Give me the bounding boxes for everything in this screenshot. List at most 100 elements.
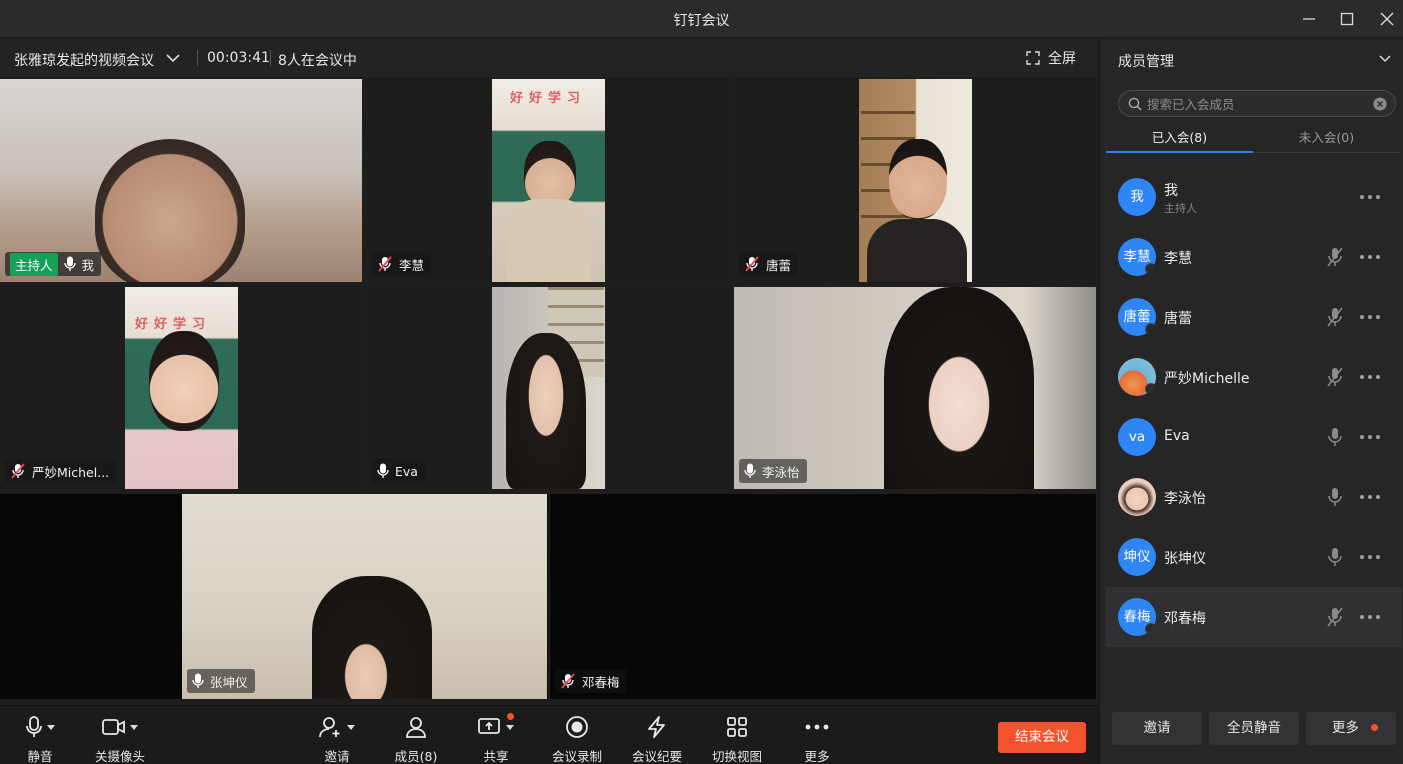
avatar: 唐蕾	[1118, 298, 1156, 336]
video-tile-yanmiao[interactable]: 好好学习 严妙Michel...	[0, 287, 362, 489]
search-icon	[1128, 97, 1142, 111]
minutes-button[interactable]: 会议纪要	[620, 714, 694, 764]
member-item[interactable]: 严妙Michelle	[1106, 347, 1402, 407]
share-screen-icon	[478, 718, 500, 734]
microphone-icon	[26, 716, 42, 737]
member-item[interactable]: 春梅 邓春梅	[1106, 587, 1402, 647]
record-button[interactable]: 会议录制	[540, 714, 614, 764]
member-more-button[interactable]	[1360, 495, 1380, 499]
participant-face	[506, 333, 586, 489]
tab-not-joined[interactable]: 未入会(0)	[1253, 127, 1400, 153]
caret-down-icon[interactable]	[130, 724, 138, 730]
microphone-icon	[63, 256, 76, 271]
maximize-button[interactable]	[1334, 6, 1360, 32]
clear-icon[interactable]	[1373, 97, 1387, 111]
microphone-icon[interactable]	[1325, 547, 1345, 567]
end-meeting-button[interactable]: 结束会议	[998, 722, 1086, 753]
invite-label: 邀请	[324, 749, 350, 764]
participant-face	[312, 576, 432, 699]
member-more-button[interactable]	[1360, 435, 1380, 439]
panel-title: 成员管理	[1118, 54, 1174, 70]
tile-namebar: Eva	[372, 459, 425, 483]
video-tile-eva[interactable]: Eva	[367, 287, 729, 489]
video-tile-dengchunmei[interactable]: 邓春梅	[550, 494, 1096, 699]
member-item[interactable]: 李慧 李慧	[1106, 227, 1402, 287]
video-tile-zhangkunyi[interactable]: 张坤仪	[0, 494, 548, 699]
video-tile-me[interactable]: 主持人 我	[0, 79, 362, 282]
microphone-icon[interactable]	[1325, 487, 1345, 507]
member-name: 李泳怡	[1164, 491, 1206, 507]
member-more-button[interactable]	[1360, 555, 1380, 559]
panel-invite-button[interactable]: 邀请	[1112, 712, 1202, 745]
tile-namebar: 主持人 我	[5, 252, 102, 276]
fullscreen-button[interactable]: 全屏	[1026, 48, 1076, 68]
video-tile-lihui[interactable]: 好好学习 李慧	[367, 79, 729, 282]
video-tile-tanglei[interactable]: 唐蕾	[734, 79, 1096, 282]
record-icon	[566, 716, 588, 738]
camera-button[interactable]: 关摄像头	[83, 714, 157, 764]
tab-joined[interactable]: 已入会(8)	[1106, 127, 1253, 153]
microphone-icon[interactable]	[1325, 427, 1345, 447]
participant-face	[95, 139, 245, 282]
microphone-icon	[744, 463, 756, 478]
close-button[interactable]	[1374, 6, 1400, 32]
member-more-button[interactable]	[1360, 615, 1380, 619]
status-badge	[1145, 383, 1156, 395]
chevron-down-icon[interactable]	[1378, 53, 1392, 65]
member-more-button[interactable]	[1360, 315, 1380, 319]
member-item[interactable]: va Eva	[1106, 407, 1402, 467]
member-name: 张坤仪	[1164, 551, 1206, 567]
participant-face	[884, 287, 1034, 489]
close-icon	[1380, 12, 1394, 26]
caret-down-icon[interactable]	[347, 724, 355, 730]
members-button[interactable]: 成员(8)	[379, 714, 453, 764]
video-tile-liyongyi[interactable]: 李泳怡	[734, 287, 1096, 489]
mic-muted-icon	[745, 256, 759, 272]
search-input[interactable]	[1147, 95, 1367, 113]
member-item[interactable]: 我 我 主持人	[1106, 167, 1402, 227]
members-icon	[406, 717, 426, 738]
mic-muted-icon[interactable]	[1325, 367, 1345, 387]
video-feed: 好好学习	[492, 79, 605, 282]
more-dots-icon	[805, 724, 829, 730]
meeting-title[interactable]: 张雅琼发起的视频会议	[14, 50, 154, 70]
mute-all-button[interactable]: 全员静音	[1209, 712, 1299, 745]
caret-down-icon[interactable]	[506, 724, 514, 730]
member-more-button[interactable]	[1360, 195, 1380, 199]
panel-more-button[interactable]: 更多	[1306, 712, 1396, 745]
invite-button[interactable]: 邀请	[300, 714, 374, 764]
chevron-down-icon[interactable]	[165, 51, 181, 65]
status-badge	[1145, 623, 1156, 635]
mic-muted-icon[interactable]	[1325, 307, 1345, 327]
member-more-button[interactable]	[1360, 255, 1380, 259]
more-button[interactable]: 更多	[780, 714, 854, 764]
tile-name: 邓春梅	[582, 674, 620, 690]
switch-view-button[interactable]: 切换视图	[700, 714, 774, 764]
meeting-timer: 00:03:41	[207, 50, 270, 66]
switch-view-label: 切换视图	[711, 749, 762, 764]
mute-button[interactable]: 静音	[3, 714, 77, 764]
divider	[197, 50, 198, 66]
member-item[interactable]: 坤仪 张坤仪	[1106, 527, 1402, 587]
meeting-toolbar: 静音 关摄像头 邀请 成员(8) 共享 会议录制 会议纪要 切换视图 更多 结束…	[0, 705, 1098, 764]
camera-icon	[102, 719, 125, 735]
mic-muted-icon[interactable]	[1325, 607, 1345, 627]
share-button[interactable]: 共享	[459, 713, 533, 764]
member-item[interactable]: 李泳怡	[1106, 467, 1402, 527]
minimize-button[interactable]	[1296, 6, 1322, 32]
caret-down-icon[interactable]	[47, 724, 55, 730]
video-feed	[492, 287, 605, 489]
record-label: 会议录制	[551, 749, 602, 764]
mic-muted-icon[interactable]	[1325, 247, 1345, 267]
mute-label: 静音	[27, 749, 53, 764]
member-item[interactable]: 唐蕾 唐蕾	[1106, 287, 1402, 347]
mic-muted-icon	[378, 256, 392, 272]
member-search[interactable]	[1118, 90, 1396, 117]
member-name: 我	[1164, 183, 1178, 199]
member-role: 主持人	[1164, 202, 1197, 215]
mic-muted-icon	[561, 673, 575, 689]
video-feed	[859, 79, 972, 282]
member-name: 唐蕾	[1164, 311, 1192, 327]
divider	[270, 50, 271, 66]
member-more-button[interactable]	[1360, 375, 1380, 379]
